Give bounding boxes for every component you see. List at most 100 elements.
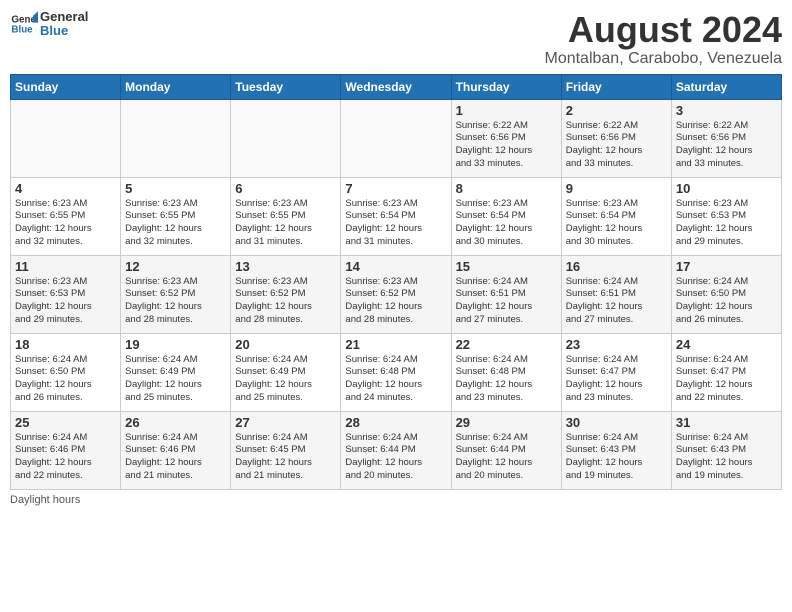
day-number: 30 bbox=[566, 415, 667, 430]
calendar-cell: 19Sunrise: 6:24 AM Sunset: 6:49 PM Dayli… bbox=[121, 333, 231, 411]
day-info: Sunrise: 6:23 AM Sunset: 6:54 PM Dayligh… bbox=[345, 198, 446, 249]
day-info: Sunrise: 6:23 AM Sunset: 6:53 PM Dayligh… bbox=[15, 276, 116, 327]
calendar-cell: 23 Sunrise: 6:24 AM Sunset: 6:47 PM Dayli… bbox=[561, 333, 671, 411]
calendar-cell: 12 Sunrise: 6:23 AM Sunset: 6:52 PM Dayli… bbox=[121, 255, 231, 333]
day-number: 23 bbox=[566, 337, 667, 352]
day-info: Sunrise: 6:23 AM Sunset: 6:53 PM Dayligh… bbox=[676, 198, 777, 249]
calendar-cell: 24 Sunrise: 6:24 AM Sunset: 6:47 PM Dayli… bbox=[671, 333, 781, 411]
week-row-2: 4 Sunrise: 6:23 AM Sunset: 6:55 PM Daylig… bbox=[11, 177, 782, 255]
header-day-thursday: Thursday bbox=[451, 74, 561, 99]
day-info: Sunrise: 6:24 AM Sunset: 6:51 PM Dayligh… bbox=[456, 276, 557, 327]
calendar-cell: 18 Sunrise: 6:24 AM Sunset: 6:50 PM Dayli… bbox=[11, 333, 121, 411]
logo-icon: General Blue bbox=[10, 10, 38, 38]
day-info: Sunrise: 6:24 AM Sunset: 6:46 PM Dayligh… bbox=[125, 432, 226, 483]
calendar-cell bbox=[121, 99, 231, 177]
day-number: 22 bbox=[456, 337, 557, 352]
day-number: 12 bbox=[125, 259, 226, 274]
header-day-friday: Friday bbox=[561, 74, 671, 99]
calendar-header: SundayMondayTuesdayWednesdayThursdayFrid… bbox=[11, 74, 782, 99]
calendar-cell bbox=[341, 99, 451, 177]
day-info: Sunrise: 6:24 AM Sunset: 6:43 PM Dayligh… bbox=[566, 432, 667, 483]
day-info: Sunrise: 6:22 AM Sunset: 6:56 PM Dayligh… bbox=[676, 120, 777, 171]
day-info: Sunrise: 6:24 AM Sunset: 6:47 PM Dayligh… bbox=[676, 354, 777, 405]
calendar-subtitle: Montalban, Carabobo, Venezuela bbox=[544, 50, 782, 68]
day-number: 25 bbox=[15, 415, 116, 430]
header-day-tuesday: Tuesday bbox=[231, 74, 341, 99]
week-row-5: 25 Sunrise: 6:24 AM Sunset: 6:46 PM Dayli… bbox=[11, 411, 782, 489]
day-info: Sunrise: 6:23 AM Sunset: 6:52 PM Dayligh… bbox=[125, 276, 226, 327]
day-number: 27 bbox=[235, 415, 336, 430]
day-info: Sunrise: 6:24 AM Sunset: 6:48 PM Dayligh… bbox=[456, 354, 557, 405]
calendar-cell: 27 Sunrise: 6:24 AM Sunset: 6:45 PM Dayli… bbox=[231, 411, 341, 489]
logo-text-blue: Blue bbox=[40, 24, 88, 38]
day-info: Sunrise: 6:24 AM Sunset: 6:49 PM Dayligh… bbox=[235, 354, 336, 405]
calendar-cell: 3Sunrise: 6:22 AM Sunset: 6:56 PM Daylig… bbox=[671, 99, 781, 177]
header-day-wednesday: Wednesday bbox=[341, 74, 451, 99]
calendar-cell: 6 Sunrise: 6:23 AM Sunset: 6:55 PM Daylig… bbox=[231, 177, 341, 255]
calendar-cell: 21 Sunrise: 6:24 AM Sunset: 6:48 PM Dayli… bbox=[341, 333, 451, 411]
day-info: Sunrise: 6:23 AM Sunset: 6:55 PM Dayligh… bbox=[235, 198, 336, 249]
day-number: 8 bbox=[456, 181, 557, 196]
day-number: 14 bbox=[345, 259, 446, 274]
day-number: 2 bbox=[566, 103, 667, 118]
calendar-cell: 4Sunrise: 6:23 AM Sunset: 6:55 PM Daylig… bbox=[11, 177, 121, 255]
day-info: Sunrise: 6:24 AM Sunset: 6:51 PM Dayligh… bbox=[566, 276, 667, 327]
calendar-table: SundayMondayTuesdayWednesdayThursdayFrid… bbox=[10, 74, 782, 490]
day-number: 7 bbox=[345, 181, 446, 196]
calendar-cell: 5Sunrise: 6:23 AM Sunset: 6:55 PM Daylig… bbox=[121, 177, 231, 255]
day-info: Sunrise: 6:24 AM Sunset: 6:46 PM Dayligh… bbox=[15, 432, 116, 483]
day-info: Sunrise: 6:24 AM Sunset: 6:49 PM Dayligh… bbox=[125, 354, 226, 405]
day-info: Sunrise: 6:24 AM Sunset: 6:43 PM Dayligh… bbox=[676, 432, 777, 483]
day-number: 4 bbox=[15, 181, 116, 196]
day-number: 13 bbox=[235, 259, 336, 274]
calendar-cell bbox=[11, 99, 121, 177]
day-number: 6 bbox=[235, 181, 336, 196]
day-number: 1 bbox=[456, 103, 557, 118]
day-number: 21 bbox=[345, 337, 446, 352]
day-number: 5 bbox=[125, 181, 226, 196]
calendar-cell: 9 Sunrise: 6:23 AM Sunset: 6:54 PM Daylig… bbox=[561, 177, 671, 255]
header-row: SundayMondayTuesdayWednesdayThursdayFrid… bbox=[11, 74, 782, 99]
day-info: Sunrise: 6:23 AM Sunset: 6:54 PM Dayligh… bbox=[456, 198, 557, 249]
calendar-body: 1 Sunrise: 6:22 AM Sunset: 6:56 PM Daylig… bbox=[11, 99, 782, 489]
day-number: 9 bbox=[566, 181, 667, 196]
week-row-1: 1 Sunrise: 6:22 AM Sunset: 6:56 PM Daylig… bbox=[11, 99, 782, 177]
day-number: 15 bbox=[456, 259, 557, 274]
day-info: Sunrise: 6:23 AM Sunset: 6:52 PM Dayligh… bbox=[345, 276, 446, 327]
day-info: Sunrise: 6:24 AM Sunset: 6:45 PM Dayligh… bbox=[235, 432, 336, 483]
header-day-saturday: Saturday bbox=[671, 74, 781, 99]
calendar-cell: 11 Sunrise: 6:23 AM Sunset: 6:53 PM Dayli… bbox=[11, 255, 121, 333]
day-number: 10 bbox=[676, 181, 777, 196]
calendar-cell: 2Sunrise: 6:22 AM Sunset: 6:56 PM Daylig… bbox=[561, 99, 671, 177]
day-number: 18 bbox=[15, 337, 116, 352]
day-number: 11 bbox=[15, 259, 116, 274]
calendar-cell: 26Sunrise: 6:24 AM Sunset: 6:46 PM Dayli… bbox=[121, 411, 231, 489]
calendar-cell: 15 Sunrise: 6:24 AM Sunset: 6:51 PM Dayli… bbox=[451, 255, 561, 333]
calendar-cell: 7 Sunrise: 6:23 AM Sunset: 6:54 PM Daylig… bbox=[341, 177, 451, 255]
header-day-monday: Monday bbox=[121, 74, 231, 99]
calendar-cell: 30 Sunrise: 6:24 AM Sunset: 6:43 PM Dayli… bbox=[561, 411, 671, 489]
calendar-cell: 1 Sunrise: 6:22 AM Sunset: 6:56 PM Daylig… bbox=[451, 99, 561, 177]
calendar-cell: 25 Sunrise: 6:24 AM Sunset: 6:46 PM Dayli… bbox=[11, 411, 121, 489]
day-info: Sunrise: 6:23 AM Sunset: 6:54 PM Dayligh… bbox=[566, 198, 667, 249]
day-info: Sunrise: 6:24 AM Sunset: 6:50 PM Dayligh… bbox=[676, 276, 777, 327]
day-number: 16 bbox=[566, 259, 667, 274]
day-info: Sunrise: 6:24 AM Sunset: 6:44 PM Dayligh… bbox=[456, 432, 557, 483]
day-info: Sunrise: 6:24 AM Sunset: 6:50 PM Dayligh… bbox=[15, 354, 116, 405]
calendar-cell: 14 Sunrise: 6:23 AM Sunset: 6:52 PM Dayli… bbox=[341, 255, 451, 333]
calendar-cell: 20Sunrise: 6:24 AM Sunset: 6:49 PM Dayli… bbox=[231, 333, 341, 411]
day-number: 24 bbox=[676, 337, 777, 352]
day-info: Sunrise: 6:22 AM Sunset: 6:56 PM Dayligh… bbox=[456, 120, 557, 171]
calendar-cell: 8 Sunrise: 6:23 AM Sunset: 6:54 PM Daylig… bbox=[451, 177, 561, 255]
logo: General Blue General Blue bbox=[10, 10, 88, 39]
day-number: 28 bbox=[345, 415, 446, 430]
title-block: August 2024 Montalban, Carabobo, Venezue… bbox=[544, 10, 782, 68]
calendar-title: August 2024 bbox=[544, 10, 782, 50]
day-number: 29 bbox=[456, 415, 557, 430]
calendar-cell: 17Sunrise: 6:24 AM Sunset: 6:50 PM Dayli… bbox=[671, 255, 781, 333]
header-day-sunday: Sunday bbox=[11, 74, 121, 99]
day-info: Sunrise: 6:24 AM Sunset: 6:48 PM Dayligh… bbox=[345, 354, 446, 405]
week-row-3: 11 Sunrise: 6:23 AM Sunset: 6:53 PM Dayli… bbox=[11, 255, 782, 333]
day-info: Sunrise: 6:24 AM Sunset: 6:47 PM Dayligh… bbox=[566, 354, 667, 405]
calendar-cell: 22 Sunrise: 6:24 AM Sunset: 6:48 PM Dayli… bbox=[451, 333, 561, 411]
